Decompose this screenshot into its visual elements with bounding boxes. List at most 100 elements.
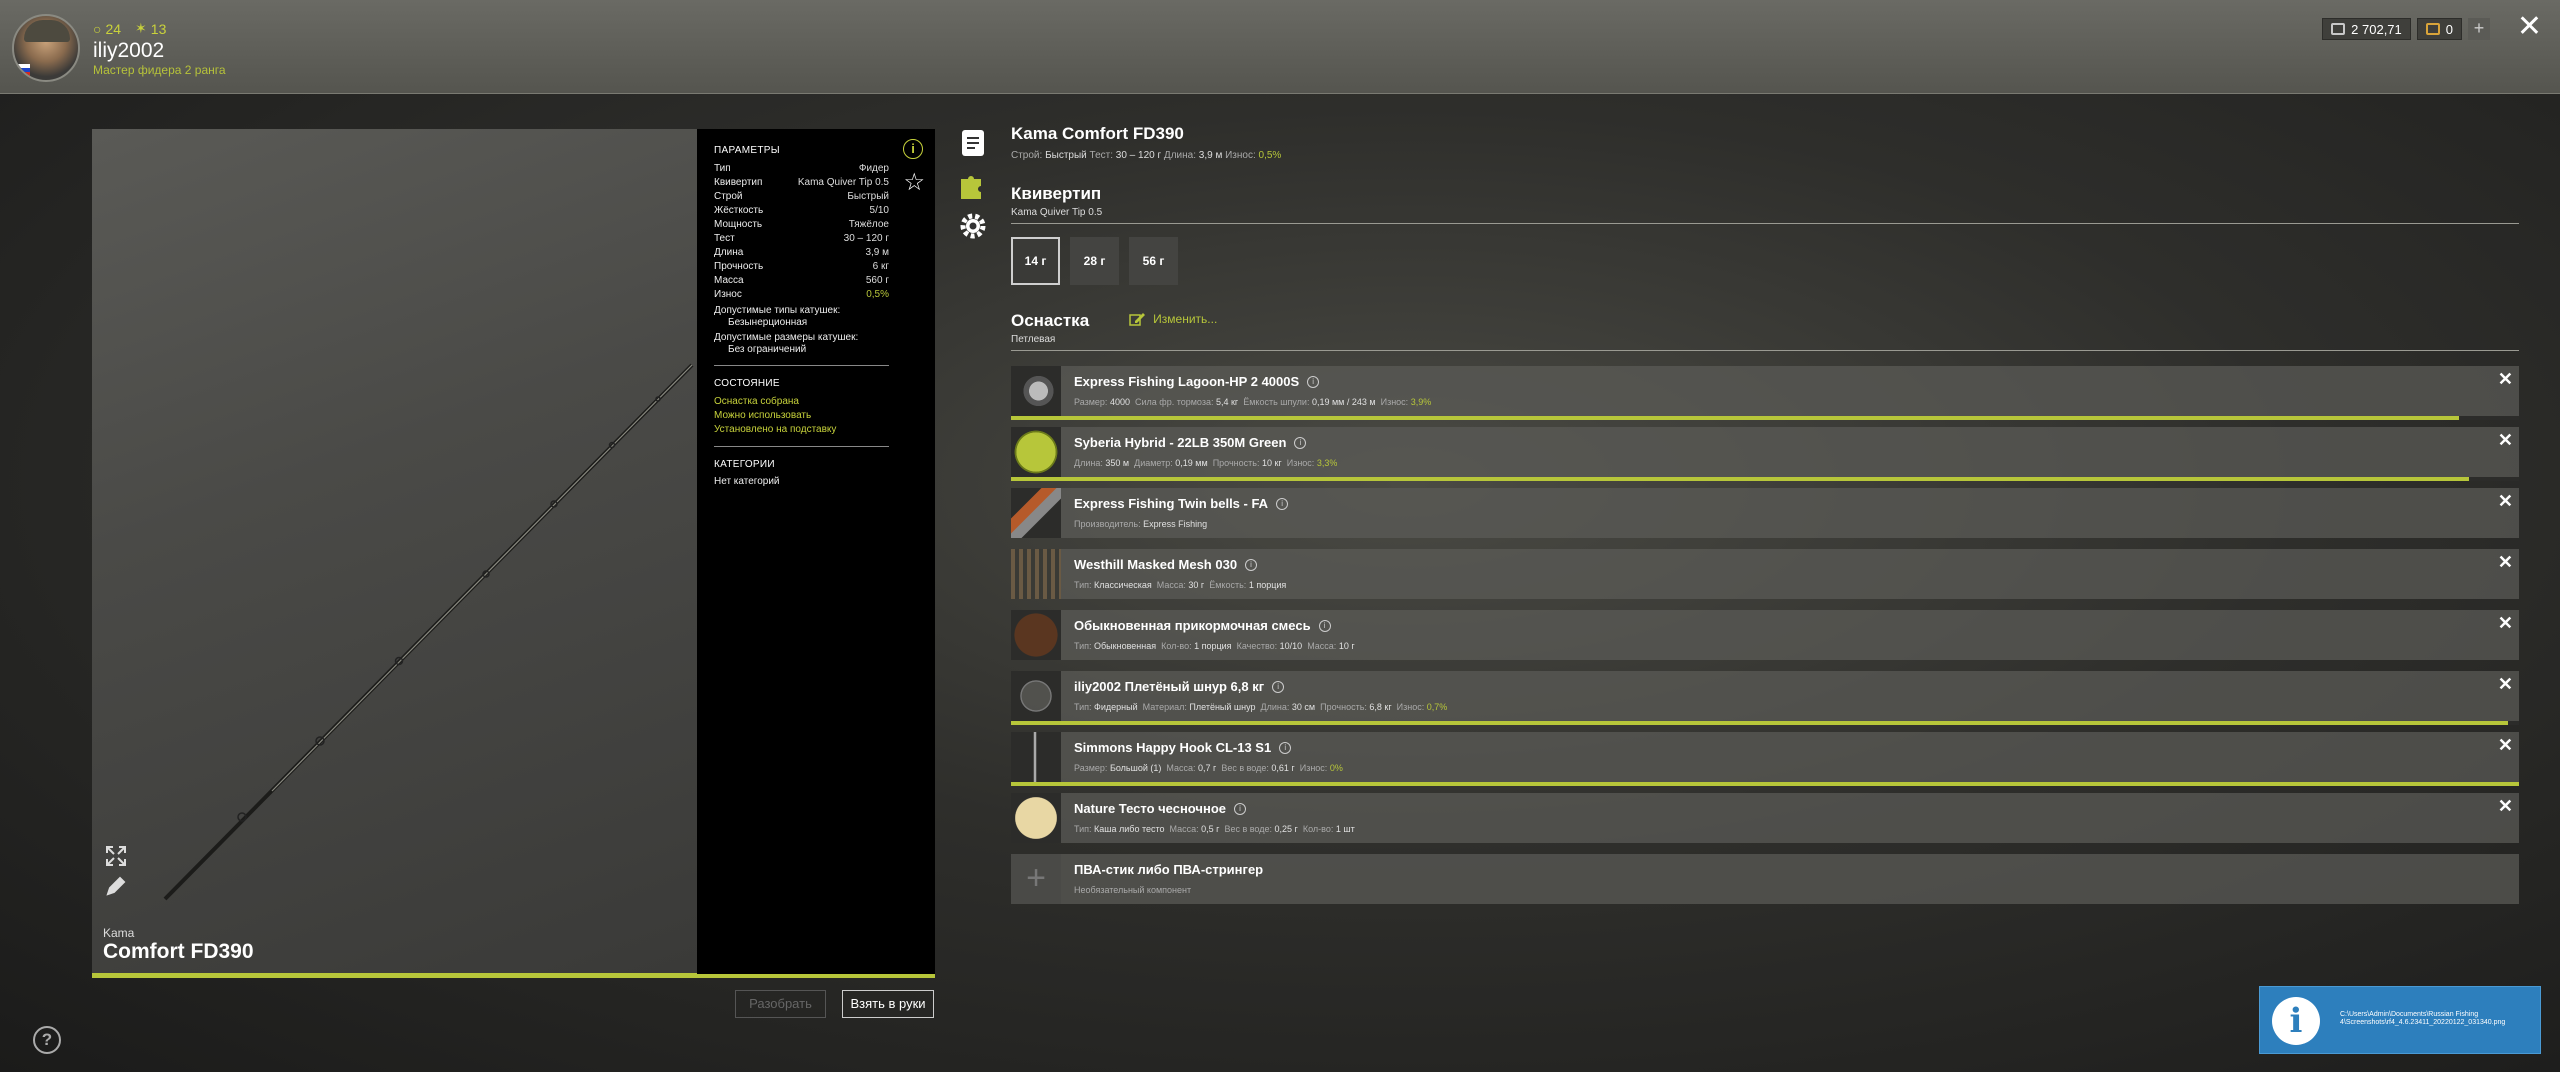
expand-icon[interactable] [104,844,128,868]
currency-panel: 2 702,71 0 + [2322,18,2490,40]
star-level-icon: ✶ [135,20,147,36]
change-rig-link[interactable]: Изменить... [1129,312,1217,326]
component-description: Тип: Фидерный Материал: Плетёный шнур Дл… [1074,702,1448,712]
param-row: Квивертип Kama Quiver Tip 0.5 [714,176,889,190]
take-in-hands-button[interactable]: Взять в руки [842,990,934,1018]
remove-component-icon[interactable]: ✕ [2498,614,2513,632]
component-name: Обыкновенная прикормочная смесь i [1074,618,1331,633]
remove-component-icon[interactable]: ✕ [2498,431,2513,449]
remove-component-icon[interactable]: ✕ [2498,797,2513,815]
reel-sizes: Допустимые размеры катушек: Без ограниче… [714,332,859,355]
player-name: iliy2002 [93,39,165,62]
wear-bar-fill [1011,416,2459,420]
info-icon[interactable]: i [1318,619,1331,632]
rig-component[interactable]: Westhill Masked Mesh 030 i Тип: Классическ… [1011,549,2519,599]
param-label: Износ [714,289,742,300]
help-icon[interactable]: ? [33,1026,61,1054]
rig-puzzle-tab-icon[interactable] [958,170,988,200]
info-icon[interactable]: i [1294,436,1307,449]
reel-types: Допустимые типы катушек: Безынерционная [714,305,841,328]
param-label: Квивертип [714,177,763,188]
screenshot-notification[interactable]: i C:\Users\Admin\Documents\Russian Fishi… [2259,986,2541,1054]
description-tab-icon[interactable] [958,128,988,158]
pva-slot[interactable]: + ПВА-стик либо ПВА-стрингер Необязательны… [1011,854,2519,904]
param-row: Тест 30 – 120 г [714,232,889,246]
param-value: 30 – 120 г [843,233,889,244]
params-heading: ПАРАМЕТРЫ [714,145,780,156]
rod-brand: Kama [103,926,135,940]
rig-component[interactable]: Express Fishing Twin bells - FA i Производ… [1011,488,2519,538]
silver-coins-icon [2331,23,2346,35]
info-icon[interactable]: i [903,139,923,159]
component-thumbnail [1011,366,1061,416]
rig-component[interactable]: Nature Тесто чесночное i Тип: Каша либо те… [1011,793,2519,843]
quiver-tip-options: 14 г 28 г 56 г [1011,237,2519,285]
rig-component[interactable]: Express Fishing Lagoon-HP 2 4000S i Размер… [1011,366,2519,420]
param-value: 3,9 м [865,247,889,258]
top-bar: ○ 24 ✶ 13 iliy2002 Мастер фидера 2 ранга 2… [0,0,2560,94]
silver-balance: 2 702,71 [2322,18,2411,40]
add-plus-icon: + [1011,854,1061,904]
gold-coins-icon [2425,23,2440,35]
state-heading: СОСТОЯНИЕ [714,378,780,389]
info-icon[interactable]: i [1279,741,1292,754]
remove-component-icon[interactable]: ✕ [2498,553,2513,571]
param-row: Износ 0,5% [714,288,889,302]
rig-components-list: Express Fishing Lagoon-HP 2 4000S i Размер… [1011,366,2519,904]
component-description: Необязательный компонент [1074,885,1192,895]
wear-bar-fill [1011,782,2519,786]
param-row: Строй Быстрый [714,190,889,204]
component-thumbnail [1011,488,1061,538]
quiver-tip-option[interactable]: 28 г [1070,237,1119,285]
param-label: Мощность [714,219,763,230]
quiver-heading: Квивертип [1011,184,1102,203]
close-button[interactable]: ✕ [2517,12,2542,42]
info-icon: i [2272,997,2320,1045]
rig-component[interactable]: Syberia Hybrid - 22LB 350M Green i Длина: … [1011,427,2519,481]
level-a: 24 [105,20,122,37]
notification-text: C:\Users\Admin\Documents\Russian Fishing… [2340,1011,2506,1026]
rig-component[interactable]: iliy2002 Плетёный шнур 6,8 кг i Тип: Фидер… [1011,671,2519,725]
info-icon[interactable]: i [1234,802,1246,815]
add-currency-button[interactable]: + [2468,18,2490,40]
edit-pencil-icon[interactable] [104,874,128,898]
remove-component-icon[interactable]: ✕ [2498,675,2513,693]
quiver-tip-option[interactable]: 14 г [1011,237,1060,285]
info-icon[interactable]: i [1245,558,1258,571]
param-row: Тип Фидер [714,162,889,176]
wear-bar-fill [1011,721,2509,725]
remove-component-icon[interactable]: ✕ [2498,492,2513,510]
info-icon[interactable]: i [1272,680,1285,693]
favorite-star-icon[interactable]: ☆ [903,171,925,195]
param-label: Жёсткость [714,205,764,216]
param-row: Масса 560 г [714,274,889,288]
component-name: Express Fishing Twin bells - FA i [1074,496,1289,511]
categories-value: Нет категорий [714,476,780,487]
param-value: 5/10 [869,205,889,216]
component-name: Westhill Masked Mesh 030 i [1074,557,1258,572]
player-avatar[interactable] [12,14,80,82]
rig-component[interactable]: Simmons Happy Hook CL-13 S1 i Размер: Боль… [1011,732,2519,786]
param-value: Быстрый [847,191,889,202]
rod-preview[interactable]: Kama Comfort FD390 [92,129,697,974]
param-value: 0,5% [866,289,889,300]
component-description: Производитель: Express Fishing [1074,519,1208,529]
remove-component-icon[interactable]: ✕ [2498,736,2513,754]
gold-balance: 0 [2416,18,2462,40]
param-label: Прочность [714,261,764,272]
state-item: Можно использовать [714,410,812,421]
component-thumbnail [1011,732,1061,782]
rig-component[interactable]: Обыкновенная прикормочная смесь i Тип: Обы… [1011,610,2519,660]
remove-component-icon[interactable]: ✕ [2498,370,2513,388]
player-levels: ○ 24 ✶ 13 [93,20,166,37]
disassemble-button[interactable]: Разобрать [735,990,826,1018]
quiver-tip-option[interactable]: 56 г [1129,237,1178,285]
info-icon[interactable]: i [1307,375,1320,388]
param-value: 560 г [865,275,889,286]
component-description: Размер: 4000 Сила фр. тормоза: 5,4 кг Ём… [1074,397,1432,407]
component-name: Express Fishing Lagoon-HP 2 4000S i [1074,374,1320,389]
info-icon[interactable]: i [1276,497,1289,510]
settings-gear-icon[interactable] [958,211,988,241]
param-value: 6 кг [872,261,889,272]
divider [714,446,889,447]
